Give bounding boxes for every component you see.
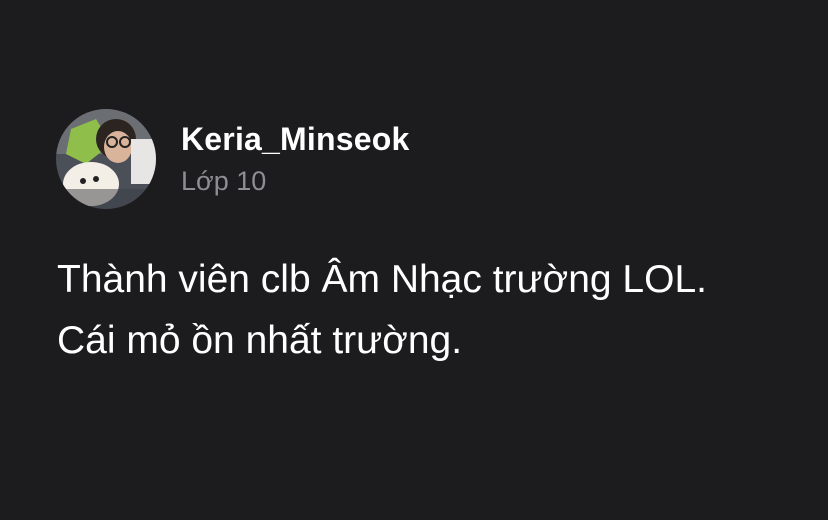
- avatar[interactable]: [56, 109, 156, 209]
- bio-line: Cái mỏ ồn nhất trường.: [57, 319, 463, 362]
- bio-text: Thành viên clb Âm Nhạc trường LOL. Cái m…: [57, 249, 817, 371]
- bio-line: Thành viên clb Âm Nhạc trường LOL.: [57, 258, 707, 301]
- profile-meta: Keria_Minseok Lớp 10: [181, 121, 409, 197]
- profile-header: Keria_Minseok Lớp 10: [56, 109, 409, 209]
- username[interactable]: Keria_Minseok: [181, 121, 409, 157]
- profile-card: Keria_Minseok Lớp 10 Thành viên clb Âm N…: [0, 0, 828, 520]
- avatar-image: [56, 109, 156, 209]
- user-subtitle: Lớp 10: [181, 166, 267, 196]
